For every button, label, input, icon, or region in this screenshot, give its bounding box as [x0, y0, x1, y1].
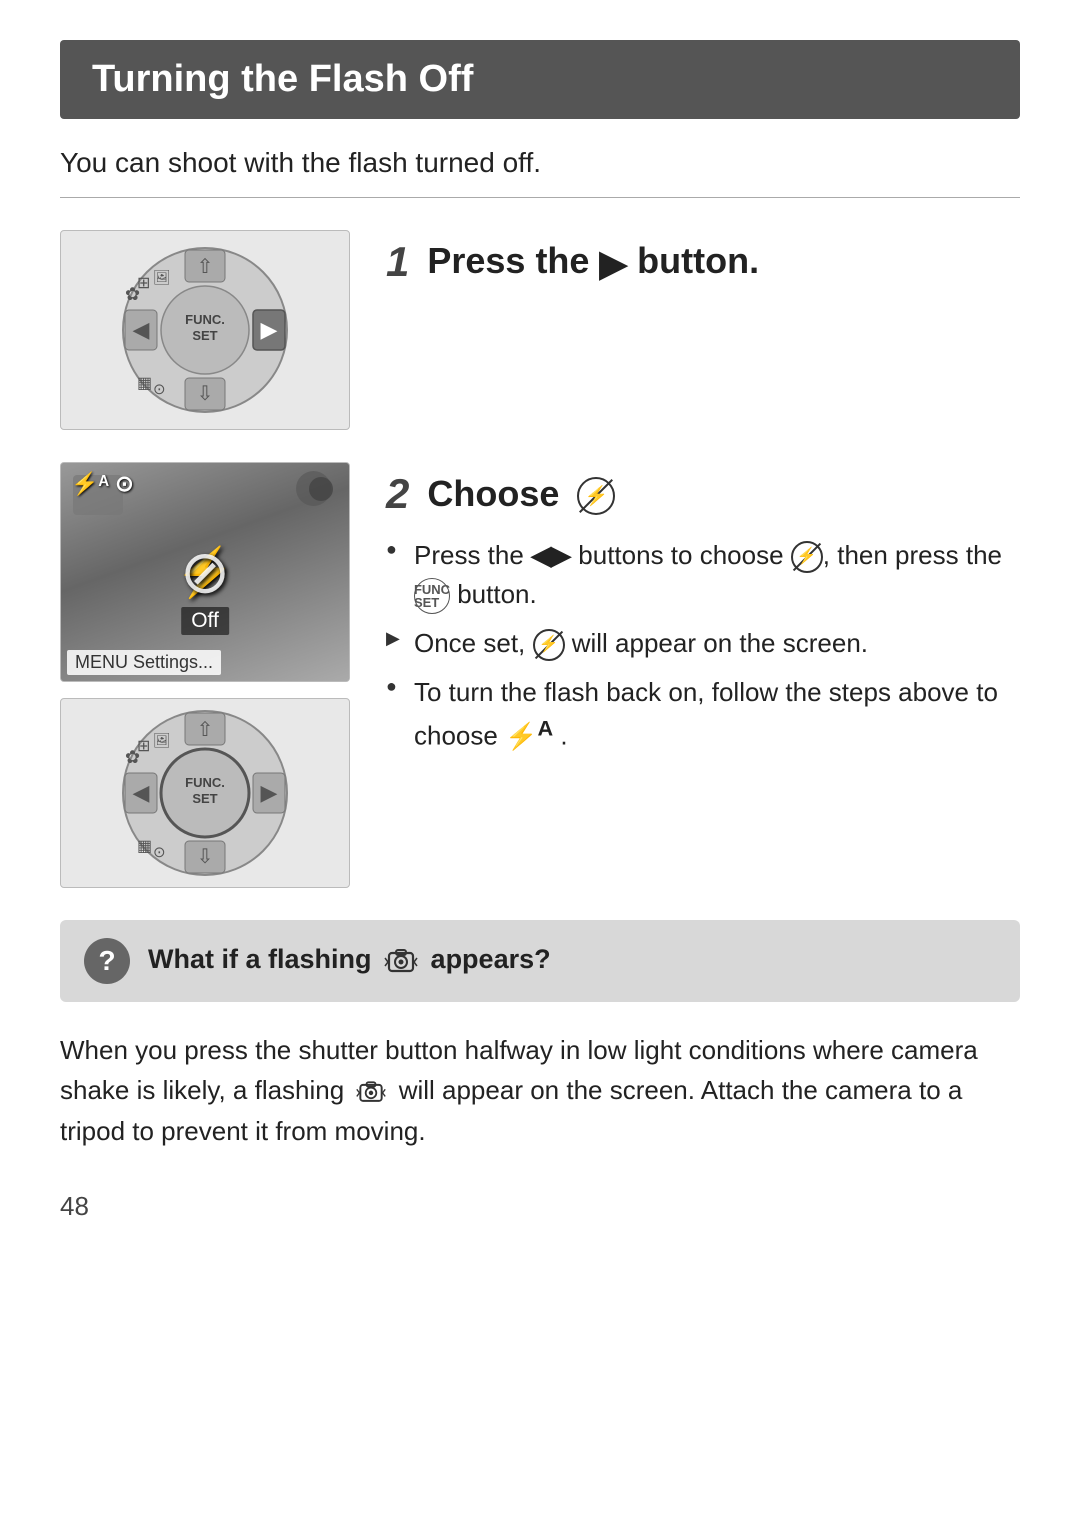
camera-shake-icon — [383, 943, 419, 979]
step2-bullets: Press the ◀▶ buttons to choose ⚡ , then … — [386, 536, 1020, 756]
step2-ring-image: FUNC. SET ⇧ ▶ ◀ — [60, 698, 350, 888]
tip-icon: ? — [84, 938, 130, 984]
svg-text:✿: ✿ — [125, 284, 140, 304]
step1-row: FUNC. SET ⇧ ▶ ◀ — [60, 230, 1020, 430]
svg-text:▦: ▦ — [137, 375, 152, 392]
svg-text:⇧: ⇧ — [197, 256, 214, 278]
step2-heading-text: Choose ⚡ — [427, 473, 615, 515]
off-badge: Off — [181, 607, 229, 635]
svg-text:🖼: 🖼 — [153, 269, 171, 285]
step2-number: 2 — [386, 470, 409, 518]
step1-image: FUNC. SET ⇧ ▶ ◀ — [60, 230, 350, 430]
page-subtitle: You can shoot with the flash turned off. — [60, 147, 1020, 179]
step1-content: 1 Press the ▶ button. — [386, 230, 1020, 304]
step1-image-col: FUNC. SET ⇧ ▶ ◀ — [60, 230, 350, 430]
svg-text:SET: SET — [192, 328, 217, 343]
svg-text:⇩: ⇩ — [197, 846, 214, 868]
step2-bullet-3: To turn the flash back on, follow the st… — [386, 673, 1020, 756]
flash-off-icon: ⚡ — [577, 477, 615, 515]
step2-row: ⚡ᴬ ⊙ ⚡ ⊘ Off MENU Settings... FUNC. SET — [60, 462, 1020, 888]
tip-box: ? What if a flashing appears? — [60, 920, 1020, 1002]
divider — [60, 197, 1020, 198]
svg-text:⊙: ⊙ — [153, 381, 166, 398]
page-number: 48 — [60, 1191, 1020, 1222]
step2-bullet-2: Once set, ⚡ will appear on the screen. — [386, 624, 1020, 663]
svg-text:▶: ▶ — [261, 780, 278, 805]
step1-heading-text: Press the ▶ button. — [427, 240, 759, 284]
svg-text:⇩: ⇩ — [197, 383, 214, 405]
flash-mode-indicator: ⚡ᴬ ⊙ — [71, 471, 134, 497]
flash-off-icon-inline-2: ⚡ — [533, 629, 565, 661]
svg-text:FUNC.: FUNC. — [185, 312, 225, 327]
svg-text:⊙: ⊙ — [153, 844, 166, 861]
page-title: Turning the Flash Off — [60, 40, 1020, 119]
camera-shake-icon-inline — [355, 1076, 387, 1108]
svg-text:🖼: 🖼 — [153, 732, 171, 748]
svg-text:FUNC.: FUNC. — [185, 775, 225, 790]
tip-heading: What if a flashing appears? — [148, 944, 551, 974]
flash-off-icon-inline: ⚡ — [791, 541, 823, 573]
svg-text:✿: ✿ — [125, 747, 140, 767]
menu-bar: MENU Settings... — [67, 650, 221, 675]
tip-content: What if a flashing appears? — [148, 943, 551, 979]
step2-heading: 2 Choose ⚡ — [386, 470, 1020, 518]
camera-ring-svg-2: FUNC. SET ⇧ ▶ ◀ — [115, 703, 295, 883]
step1-heading: 1 Press the ▶ button. — [386, 238, 1020, 286]
step1-number: 1 — [386, 238, 409, 286]
svg-text:◀: ◀ — [133, 317, 150, 342]
step2-image-col: ⚡ᴬ ⊙ ⚡ ⊘ Off MENU Settings... FUNC. SET — [60, 462, 350, 888]
camera-ring-svg: FUNC. SET ⇧ ▶ ◀ — [115, 240, 295, 420]
step2-content: 2 Choose ⚡ Press the ◀▶ buttons to choos… — [386, 462, 1020, 766]
svg-text:▦: ▦ — [137, 838, 152, 855]
step2-bullet-1: Press the ◀▶ buttons to choose ⚡ , then … — [386, 536, 1020, 614]
svg-text:◀: ◀ — [133, 780, 150, 805]
flash-off-symbol: ⚡ ⊘ — [175, 544, 235, 601]
tip-body: When you press the shutter button halfwa… — [60, 1030, 1020, 1151]
func-set-icon: FUNCSET — [414, 578, 450, 614]
svg-text:SET: SET — [192, 791, 217, 806]
svg-text:⇧: ⇧ — [197, 719, 214, 741]
svg-text:▶: ▶ — [261, 317, 278, 342]
step2-photo-image: ⚡ᴬ ⊙ ⚡ ⊘ Off MENU Settings... — [60, 462, 350, 682]
right-arrow-icon: ▶ — [599, 242, 637, 283]
